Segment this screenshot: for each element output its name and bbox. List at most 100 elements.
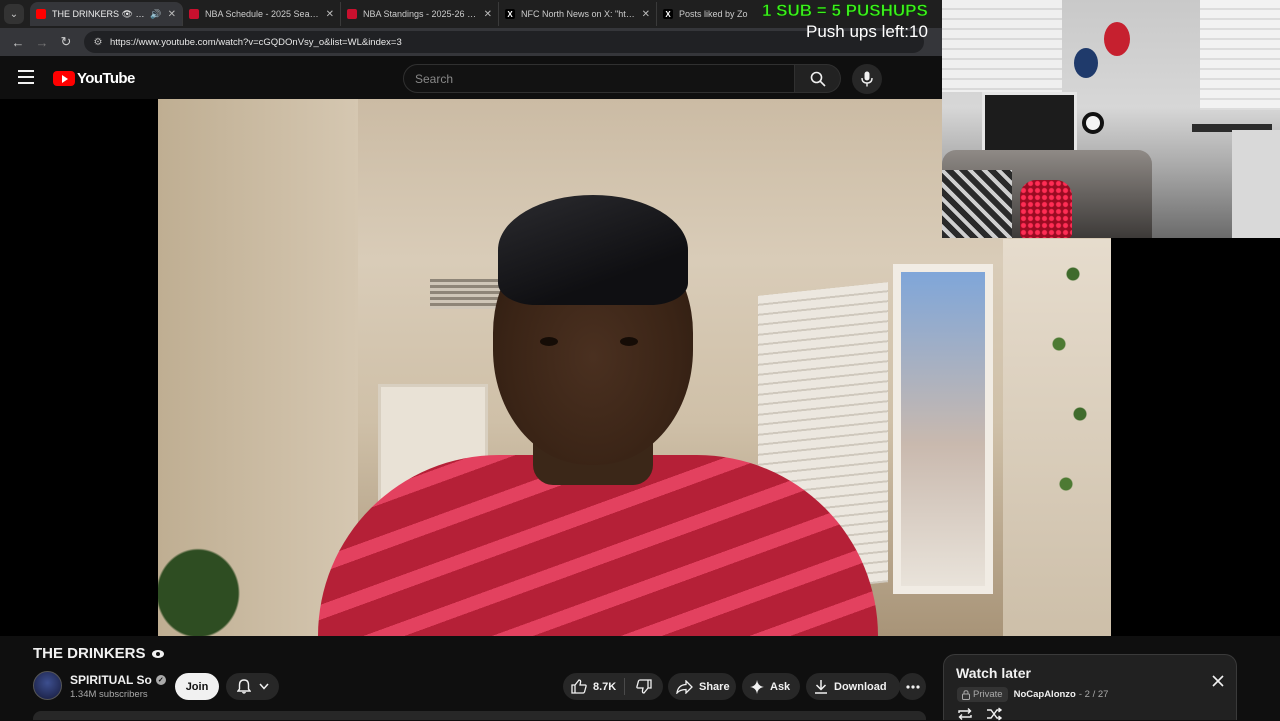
url-field[interactable]: ⚙ https://www.youtube.com/watch?v=cGQDOn… — [84, 31, 924, 53]
video-scene-window — [893, 264, 993, 594]
share-label: Share — [699, 680, 730, 693]
eye-icon — [151, 649, 164, 658]
youtube-logo[interactable]: YouTube — [53, 70, 135, 87]
tab-title: Posts liked by Zo — [679, 9, 748, 19]
video-scene-plant-left — [158, 529, 258, 636]
ask-button[interactable]: Ask — [742, 673, 800, 700]
nba-favicon-icon — [347, 9, 357, 19]
streamer-webcam-overlay — [942, 0, 1280, 238]
channel-name[interactable]: SPIRITUAL So ✓ — [70, 673, 166, 687]
more-actions-button[interactable] — [899, 673, 926, 700]
video-person-durag — [498, 195, 688, 305]
youtube-play-icon — [53, 71, 75, 86]
back-arrow-icon[interactable]: ← — [6, 30, 30, 54]
dislike-button[interactable] — [625, 679, 663, 694]
download-label: Download — [834, 680, 887, 693]
ask-label: Ask — [770, 680, 791, 693]
sparkle-icon — [750, 679, 764, 694]
like-dislike-group: 8.7K — [563, 673, 663, 700]
webcam-window — [982, 92, 1077, 154]
webcam-panda-plush — [1082, 112, 1104, 134]
nba-favicon-icon — [189, 9, 199, 19]
webcam-red-lamp — [1020, 180, 1072, 238]
download-icon — [815, 680, 827, 694]
channel-avatar[interactable] — [33, 671, 62, 700]
watch-later-panel: Watch later Private NoCapAlonzo - 2 / 27 — [943, 654, 1237, 721]
youtube-favicon-icon — [36, 9, 46, 19]
lock-icon — [962, 689, 970, 700]
audio-playing-icon[interactable]: 🔊 — [150, 9, 161, 20]
more-horizontal-icon — [905, 684, 920, 689]
privacy-label: Private — [973, 689, 1003, 700]
playlist-owner[interactable]: NoCapAlonzo — [1014, 689, 1076, 700]
bell-icon — [236, 679, 251, 694]
pushup-counter-label: Push ups left: — [806, 22, 910, 41]
tab-nba-schedule[interactable]: NBA Schedule - 2025 Season - ✕ — [183, 2, 341, 26]
forward-arrow-icon[interactable]: → — [30, 30, 54, 54]
voice-search-button[interactable] — [852, 64, 882, 94]
site-settings-icon[interactable]: ⚙ — [90, 34, 106, 50]
loop-playlist-icon[interactable] — [957, 707, 973, 721]
youtube-wordmark: YouTube — [77, 70, 135, 87]
tab-title: THE DRINKERS 👁 - YouTube — [52, 8, 146, 19]
webcam-cap — [1104, 22, 1130, 56]
webcam-cap — [1074, 48, 1098, 78]
video-person-eye — [620, 337, 638, 346]
x-logo-icon: X — [505, 9, 515, 19]
close-tab-icon[interactable]: ✕ — [478, 9, 492, 20]
privacy-badge: Private — [957, 687, 1008, 702]
pushup-counter: Push ups left:10 — [806, 22, 928, 42]
description-box[interactable] — [33, 711, 926, 720]
browser-address-bar: ← → ↻ ⚙ https://www.youtube.com/watch?v=… — [0, 28, 942, 56]
webcam-chair — [1232, 130, 1280, 238]
thumbs-up-icon — [571, 679, 587, 694]
video-title: THE DRINKERS — [33, 645, 164, 662]
playlist-position: - 2 / 27 — [1078, 689, 1109, 700]
close-tab-icon[interactable]: ✕ — [636, 9, 650, 20]
subscriber-count: 1.34M subscribers — [70, 689, 148, 700]
search-placeholder: Search — [415, 71, 454, 86]
x-logo-icon: X — [663, 9, 673, 19]
hamburger-menu-icon[interactable] — [18, 70, 34, 84]
pushup-counter-value: 10 — [909, 22, 928, 41]
webcam-blinds — [942, 0, 1062, 92]
reload-icon[interactable]: ↻ — [54, 30, 78, 54]
close-tab-icon[interactable]: ✕ — [162, 9, 176, 20]
shuffle-icon[interactable] — [986, 707, 1002, 721]
tab-title: NFC North News on X: "https:// — [521, 9, 636, 19]
verified-check-icon: ✓ — [155, 675, 166, 685]
video-scene-plant — [1038, 239, 1108, 589]
video-person-eye — [540, 337, 558, 346]
url-text: https://www.youtube.com/watch?v=cGQDOnVs… — [110, 36, 402, 48]
like-button[interactable]: 8.7K — [563, 678, 625, 695]
download-button[interactable]: Download — [806, 673, 900, 700]
search-button[interactable] — [795, 64, 841, 93]
tab-nfc-north-news[interactable]: X NFC North News on X: "https:// ✕ — [499, 2, 657, 26]
webcam-blanket — [942, 170, 1012, 238]
share-button[interactable]: Share — [668, 673, 736, 700]
tab-posts-liked[interactable]: X Posts liked by Zo — [657, 2, 757, 26]
close-icon — [1212, 675, 1224, 687]
tab-nba-standings[interactable]: NBA Standings - 2025-26 seaso ✕ — [341, 2, 499, 26]
join-button[interactable]: Join — [175, 673, 219, 700]
tab-title: NBA Standings - 2025-26 seaso — [363, 9, 478, 19]
subscription-notifications-button[interactable] — [226, 673, 279, 700]
close-playlist-button[interactable] — [1210, 673, 1226, 689]
close-tab-icon[interactable]: ✕ — [320, 9, 334, 20]
search-input[interactable]: Search — [403, 64, 795, 93]
microphone-icon — [861, 71, 873, 87]
video-title-text: THE DRINKERS — [33, 645, 146, 662]
video-person — [318, 195, 878, 636]
channel-name-text: SPIRITUAL So — [70, 673, 152, 687]
like-count: 8.7K — [593, 680, 617, 693]
tab-search-menu[interactable]: ⌄ — [4, 4, 24, 24]
thumbs-down-icon — [636, 679, 652, 694]
playlist-title[interactable]: Watch later — [956, 665, 1031, 681]
youtube-header: YouTube Search — [0, 56, 942, 100]
search-icon — [810, 71, 826, 87]
share-arrow-icon — [676, 679, 693, 694]
tab-youtube[interactable]: THE DRINKERS 👁 - YouTube 🔊 ✕ — [30, 2, 183, 26]
pushup-goal-text: 1 SUB = 5 PUSHUPS — [762, 1, 928, 21]
webcam-blinds — [1200, 0, 1280, 110]
chevron-down-icon — [258, 683, 269, 690]
